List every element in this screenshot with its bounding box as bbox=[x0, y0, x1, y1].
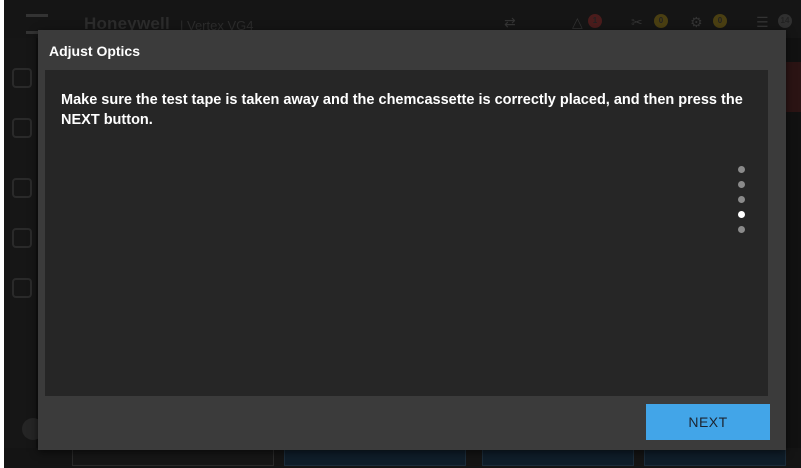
fault-count-badge: 0 bbox=[713, 14, 727, 28]
bell-icon[interactable]: △ bbox=[572, 14, 583, 31]
instruction-text: Make sure the test tape is taken away an… bbox=[61, 92, 743, 128]
step-dot bbox=[737, 226, 745, 233]
maintenance-count-badge: 0 bbox=[654, 14, 668, 28]
step-dot bbox=[737, 166, 745, 173]
step-indicator bbox=[736, 166, 746, 233]
app-screen: Honeywell | Vertex VG4 ⇄ △ 1 ✂ 0 ⚙ 0 ☰ 1… bbox=[4, 0, 801, 468]
event-count-badge: 14 bbox=[778, 14, 792, 28]
nav-icon-1[interactable] bbox=[12, 68, 32, 88]
next-button[interactable]: NEXT bbox=[646, 404, 770, 440]
footer-button-2[interactable] bbox=[284, 448, 466, 466]
step-dot-active bbox=[737, 211, 745, 218]
alarm-count-badge: 1 bbox=[588, 14, 602, 28]
list-icon[interactable]: ☰ bbox=[756, 14, 769, 31]
app-footer bbox=[4, 448, 801, 468]
dialog-body: Make sure the test tape is taken away an… bbox=[45, 70, 768, 396]
footer-button-4[interactable] bbox=[644, 448, 786, 466]
step-dot bbox=[737, 181, 745, 188]
nav-icon-3[interactable] bbox=[12, 178, 32, 198]
wrench-icon[interactable]: ✂ bbox=[631, 14, 643, 31]
adjust-optics-dialog: Adjust Optics Make sure the test tape is… bbox=[38, 30, 786, 450]
network-icon[interactable]: ⇄ bbox=[504, 14, 516, 31]
fault-icon[interactable]: ⚙ bbox=[690, 14, 703, 31]
step-dot bbox=[737, 196, 745, 203]
dialog-title: Adjust Optics bbox=[49, 43, 141, 59]
footer-button-1[interactable] bbox=[72, 448, 274, 466]
nav-icon-5[interactable] bbox=[12, 278, 32, 298]
side-nav bbox=[4, 38, 36, 468]
nav-icon-4[interactable] bbox=[12, 228, 32, 248]
footer-button-3[interactable] bbox=[482, 448, 634, 466]
nav-icon-2[interactable] bbox=[12, 118, 32, 138]
